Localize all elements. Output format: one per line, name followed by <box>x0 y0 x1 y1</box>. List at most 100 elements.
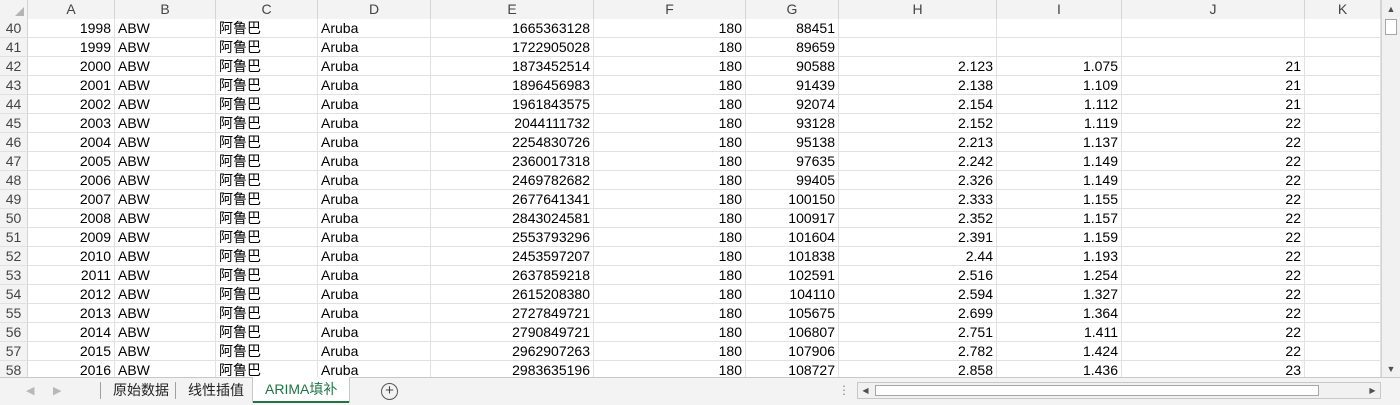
cell-e[interactable]: 2843024581 <box>431 209 594 228</box>
cell-g[interactable]: 107906 <box>746 342 839 361</box>
cell-i[interactable]: 1.254 <box>997 266 1122 285</box>
cell-h[interactable]: 2.213 <box>839 133 997 152</box>
column-header-d[interactable]: D <box>318 0 431 19</box>
cell-a[interactable]: 1999 <box>28 38 115 57</box>
cell-d[interactable]: Aruba <box>318 266 431 285</box>
cell-d[interactable]: Aruba <box>318 171 431 190</box>
cell-g[interactable]: 99405 <box>746 171 839 190</box>
cell-j[interactable]: 22 <box>1122 114 1305 133</box>
cell-j[interactable] <box>1122 38 1305 57</box>
cell-c[interactable]: 阿鲁巴 <box>216 285 318 304</box>
row-header[interactable]: 54 <box>0 285 28 304</box>
scroll-down-icon[interactable]: ▼ <box>1382 360 1400 377</box>
cell-f[interactable]: 180 <box>594 247 746 266</box>
cell-f[interactable]: 180 <box>594 114 746 133</box>
cell-j[interactable]: 22 <box>1122 133 1305 152</box>
cell-k[interactable] <box>1305 38 1381 57</box>
cell-i[interactable]: 1.364 <box>997 304 1122 323</box>
cell-i[interactable]: 1.327 <box>997 285 1122 304</box>
cell-f[interactable]: 180 <box>594 152 746 171</box>
chevron-right-icon[interactable]: ▶ <box>53 384 61 397</box>
cell-i[interactable]: 1.411 <box>997 323 1122 342</box>
row-header[interactable]: 49 <box>0 190 28 209</box>
cell-k[interactable] <box>1305 95 1381 114</box>
cell-c[interactable]: 阿鲁巴 <box>216 247 318 266</box>
cell-f[interactable]: 180 <box>594 342 746 361</box>
sheet-tab-3[interactable]: ARIMA填补 <box>253 377 350 403</box>
cell-e[interactable]: 2637859218 <box>431 266 594 285</box>
cell-f[interactable]: 180 <box>594 57 746 76</box>
cell-j[interactable]: 22 <box>1122 285 1305 304</box>
row-header[interactable]: 50 <box>0 209 28 228</box>
cell-c[interactable]: 阿鲁巴 <box>216 209 318 228</box>
cell-e[interactable]: 1665363128 <box>431 19 594 38</box>
cell-k[interactable] <box>1305 323 1381 342</box>
cell-b[interactable]: ABW <box>115 76 216 95</box>
cell-f[interactable]: 180 <box>594 228 746 247</box>
vertical-scrollbar[interactable]: ▲ ▼ <box>1381 0 1400 377</box>
cell-f[interactable]: 180 <box>594 285 746 304</box>
cell-d[interactable]: Aruba <box>318 247 431 266</box>
cell-f[interactable]: 180 <box>594 304 746 323</box>
cell-b[interactable]: ABW <box>115 342 216 361</box>
cell-k[interactable] <box>1305 247 1381 266</box>
vertical-scroll-thumb[interactable] <box>1385 19 1397 35</box>
cell-c[interactable]: 阿鲁巴 <box>216 361 318 377</box>
cell-g[interactable]: 92074 <box>746 95 839 114</box>
cell-e[interactable]: 1873452514 <box>431 57 594 76</box>
cell-a[interactable]: 2016 <box>28 361 115 377</box>
horizontal-scroll-thumb[interactable] <box>875 385 1319 396</box>
cell-e[interactable]: 2615208380 <box>431 285 594 304</box>
cell-h[interactable]: 2.138 <box>839 76 997 95</box>
cell-c[interactable]: 阿鲁巴 <box>216 304 318 323</box>
cell-c[interactable]: 阿鲁巴 <box>216 76 318 95</box>
cell-i[interactable]: 1.149 <box>997 152 1122 171</box>
cell-f[interactable]: 180 <box>594 209 746 228</box>
row-header[interactable]: 46 <box>0 133 28 152</box>
cell-i[interactable]: 1.436 <box>997 361 1122 377</box>
cell-i[interactable]: 1.137 <box>997 133 1122 152</box>
cell-a[interactable]: 2014 <box>28 323 115 342</box>
cell-b[interactable]: ABW <box>115 209 216 228</box>
cell-k[interactable] <box>1305 19 1381 38</box>
cell-d[interactable]: Aruba <box>318 361 431 377</box>
cell-d[interactable]: Aruba <box>318 209 431 228</box>
cell-k[interactable] <box>1305 209 1381 228</box>
row-header[interactable]: 48 <box>0 171 28 190</box>
cell-c[interactable]: 阿鲁巴 <box>216 152 318 171</box>
cell-a[interactable]: 2009 <box>28 228 115 247</box>
row-header[interactable]: 41 <box>0 38 28 57</box>
cell-j[interactable]: 22 <box>1122 152 1305 171</box>
cell-j[interactable]: 21 <box>1122 95 1305 114</box>
cell-b[interactable]: ABW <box>115 323 216 342</box>
column-header-b[interactable]: B <box>115 0 216 19</box>
horizontal-scrollbar[interactable]: ◀ ▶ <box>857 382 1381 399</box>
row-header[interactable]: 42 <box>0 57 28 76</box>
cell-b[interactable]: ABW <box>115 228 216 247</box>
cell-f[interactable]: 180 <box>594 361 746 377</box>
chevron-left-icon[interactable]: ◀ <box>26 384 34 397</box>
row-header[interactable]: 44 <box>0 95 28 114</box>
cell-b[interactable]: ABW <box>115 152 216 171</box>
column-header-f[interactable]: F <box>594 0 746 19</box>
cell-k[interactable] <box>1305 304 1381 323</box>
cell-a[interactable]: 2001 <box>28 76 115 95</box>
cell-b[interactable]: ABW <box>115 19 216 38</box>
cell-c[interactable]: 阿鲁巴 <box>216 19 318 38</box>
cell-g[interactable]: 95138 <box>746 133 839 152</box>
cell-f[interactable]: 180 <box>594 171 746 190</box>
column-header-e[interactable]: E <box>431 0 594 19</box>
cell-f[interactable]: 180 <box>594 95 746 114</box>
sheet-tab-2[interactable]: 线性插值 <box>176 378 256 402</box>
cell-g[interactable]: 102591 <box>746 266 839 285</box>
plus-circle-icon[interactable]: + <box>381 383 398 400</box>
cell-f[interactable]: 180 <box>594 323 746 342</box>
cell-k[interactable] <box>1305 152 1381 171</box>
row-header[interactable]: 56 <box>0 323 28 342</box>
cell-k[interactable] <box>1305 266 1381 285</box>
cell-g[interactable]: 88451 <box>746 19 839 38</box>
cell-e[interactable]: 2727849721 <box>431 304 594 323</box>
cell-g[interactable]: 91439 <box>746 76 839 95</box>
cell-i[interactable]: 1.157 <box>997 209 1122 228</box>
scroll-right-icon[interactable]: ▶ <box>1365 383 1380 398</box>
